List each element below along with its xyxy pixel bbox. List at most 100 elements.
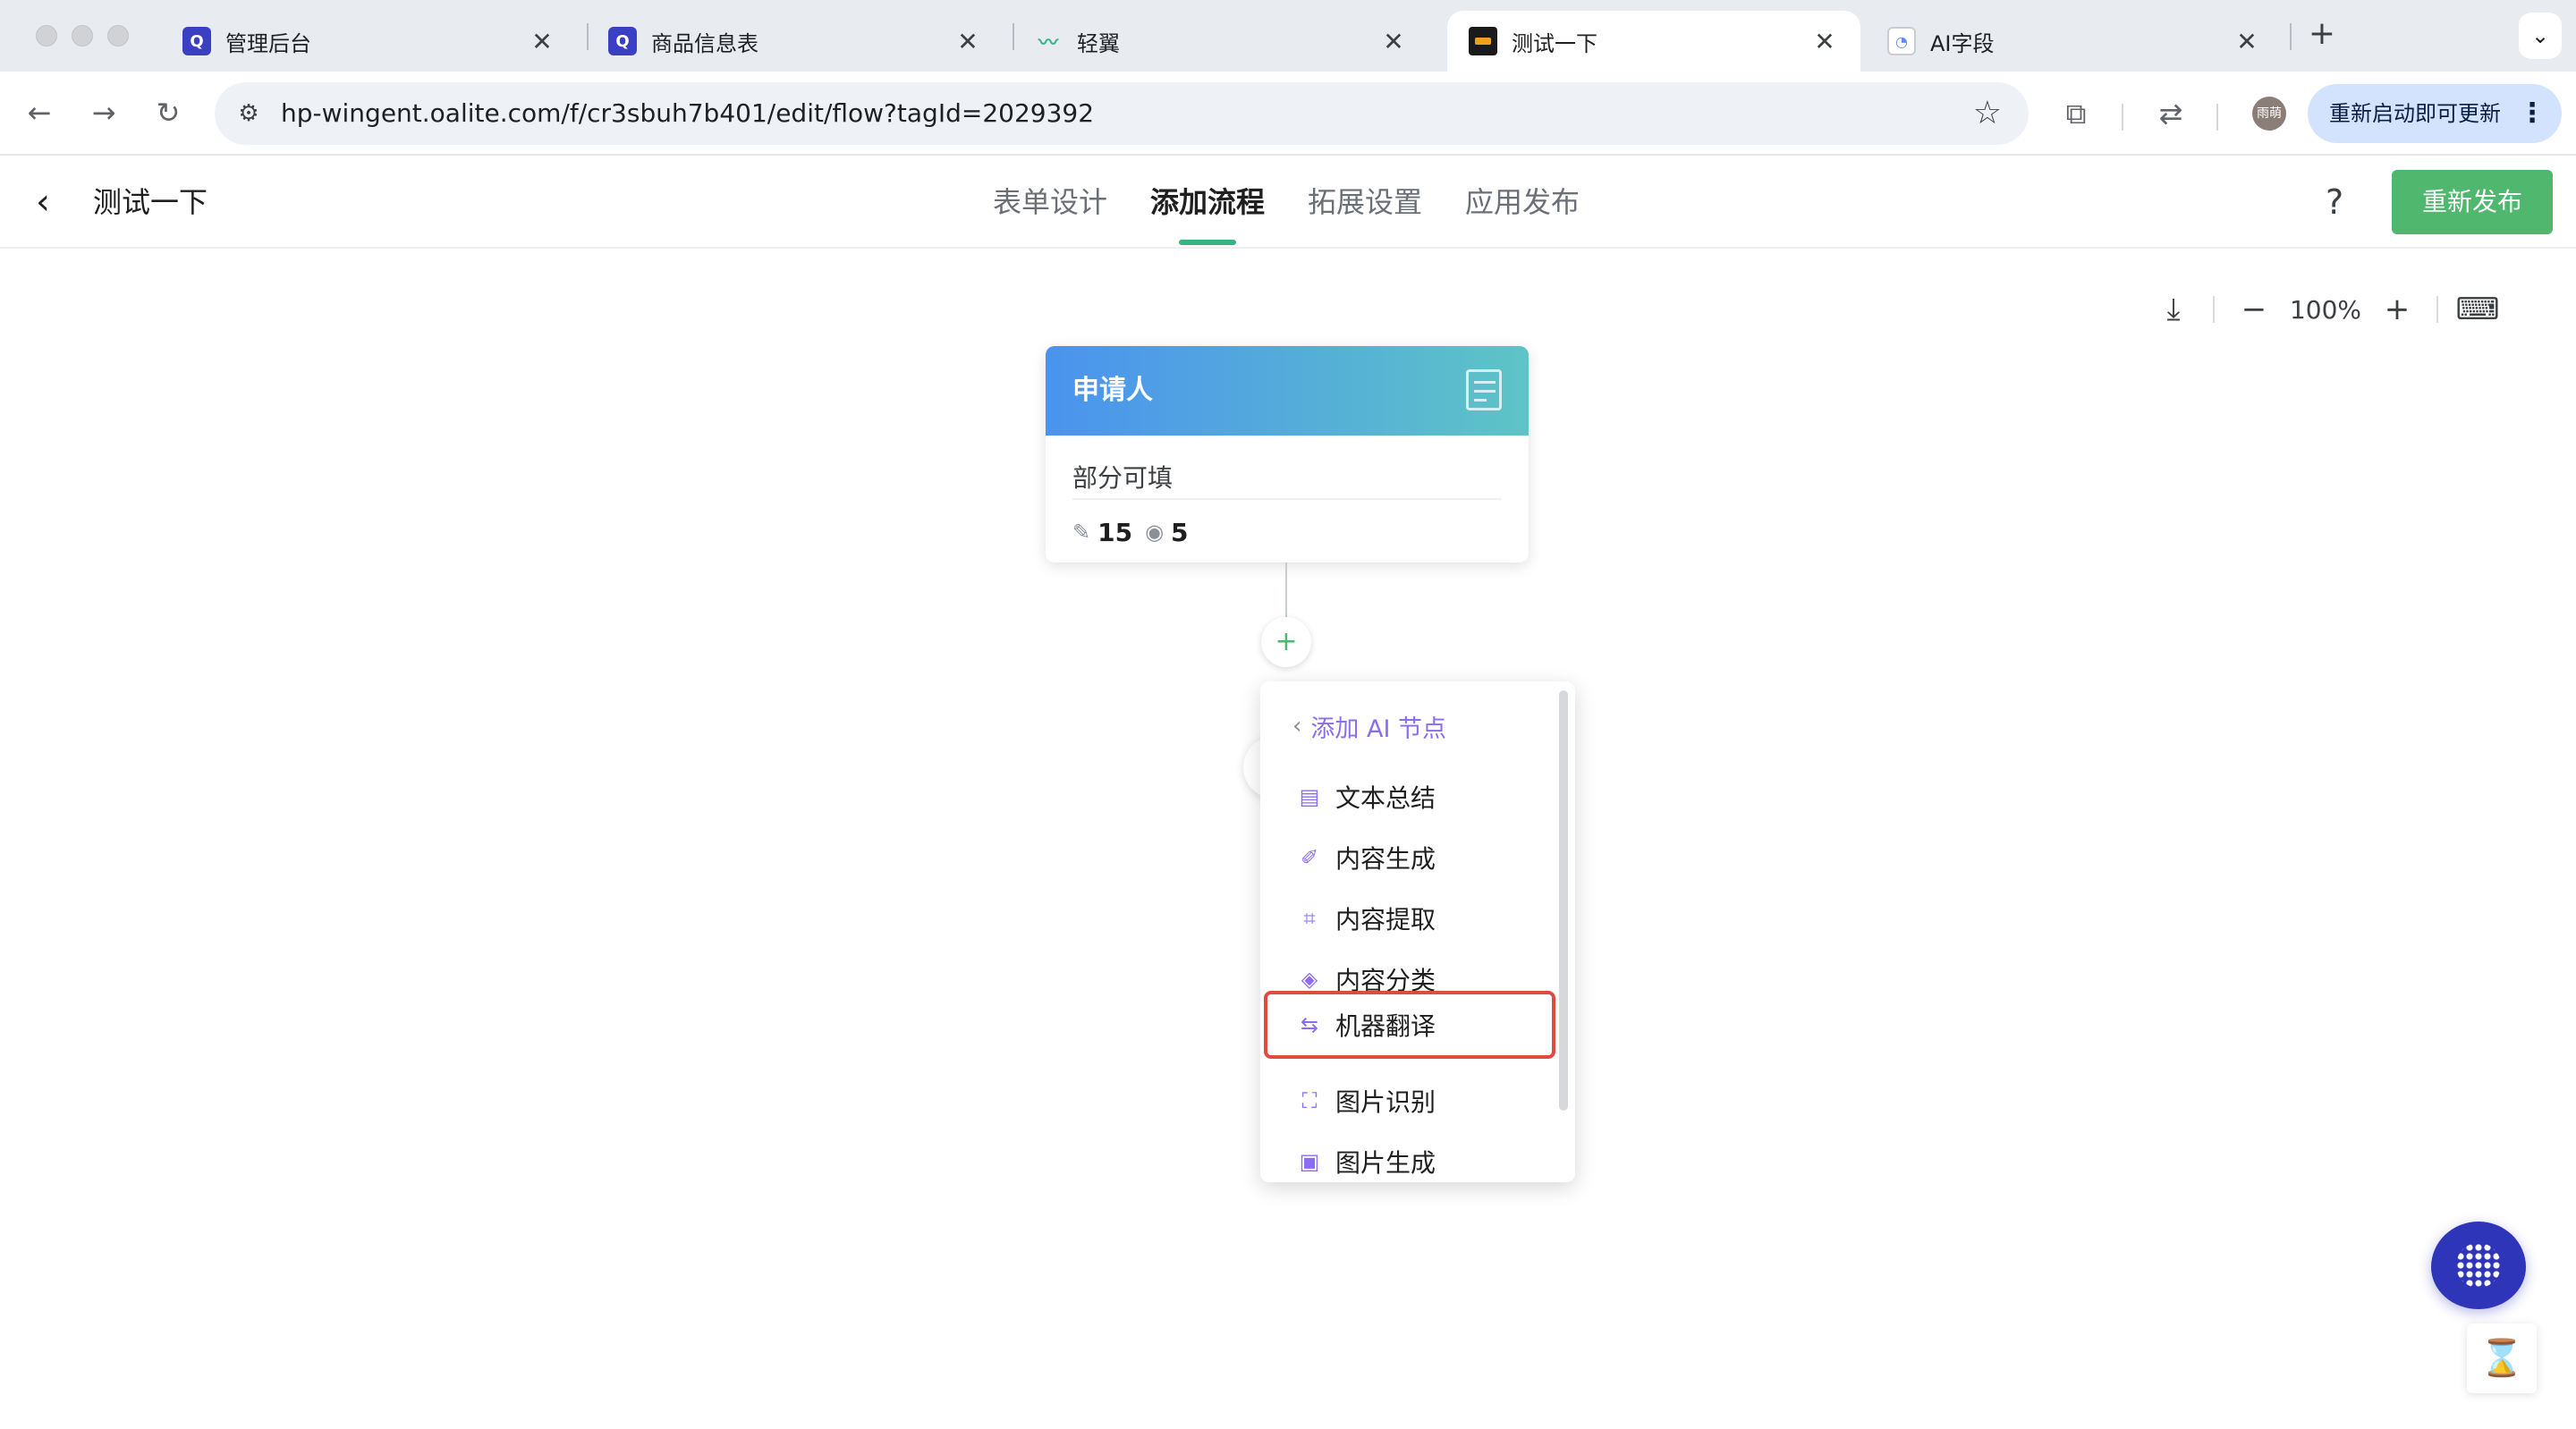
toolbar-separator — [2216, 104, 2218, 131]
content-classify-icon: ◈ — [1301, 967, 1318, 992]
tab-search-chevron-icon[interactable]: ⌄ — [2519, 13, 2562, 59]
app-header: ‹ 测试一下 表单设计 添加流程 拓展设置 应用发布 ? 重新发布 — [0, 156, 2576, 249]
machine-translate-icon: ⇆ — [1300, 1012, 1319, 1037]
download-icon[interactable]: ⤓ — [2147, 284, 2200, 334]
node-title: 申请人 — [1072, 375, 1153, 406]
url-text[interactable]: hp-wingent.oalite.com/f/cr3sbuh7b401/edi… — [281, 82, 1094, 145]
menu-item-label: 图片生成 — [1335, 1148, 1436, 1178]
address-bar[interactable]: ⚙ hp-wingent.oalite.com/f/cr3sbuh7b401/e… — [215, 82, 2029, 145]
zoom-toolbar: ⤓ − 100% + ⌨ — [2147, 284, 2504, 334]
browser-tab[interactable]: ◔ AI字段 ✕ — [1866, 11, 2283, 72]
menu-item-label: 内容生成 — [1335, 844, 1436, 874]
content-generate-icon: ✐ — [1300, 845, 1319, 870]
zoom-level: 100% — [2289, 294, 2362, 325]
eye-icon: ◉ — [1145, 520, 1165, 545]
new-tab-button[interactable]: + — [2304, 16, 2340, 52]
bookmark-star-icon[interactable]: ☆ — [1973, 91, 2002, 136]
extensions-puzzle-icon[interactable]: ⧉ — [2054, 91, 2098, 136]
view-count: 5 — [1171, 517, 1189, 547]
browser-tab[interactable]: 〰 轻翼 ✕ — [1013, 11, 1429, 72]
tab-title: 管理后台 — [225, 30, 311, 56]
doc-logo-icon: ◔ — [1887, 27, 1916, 55]
ai-dots-icon — [2456, 1243, 2501, 1288]
active-tab-indicator — [1179, 240, 1236, 245]
window-minimize-dot[interactable] — [72, 25, 93, 47]
node-divider — [1072, 498, 1502, 500]
tab-title: 测试一下 — [1512, 30, 1597, 56]
keyboard-icon[interactable]: ⌨ — [2451, 284, 2504, 334]
pencil-icon: ✎ — [1072, 520, 1091, 545]
close-icon[interactable]: ✕ — [1810, 27, 1839, 56]
close-icon[interactable]: ✕ — [2233, 27, 2261, 56]
site-settings-icon[interactable]: ⚙ — [231, 96, 267, 131]
hourglass-icon[interactable]: ⌛ — [2467, 1323, 2537, 1393]
tab-app-publish[interactable]: 应用发布 — [1465, 182, 1580, 222]
page-title: 测试一下 — [93, 185, 208, 219]
browser-tab[interactable]: Q 商品信息表 ✕ — [587, 11, 1004, 72]
close-icon[interactable]: ✕ — [953, 27, 982, 56]
window-close-dot[interactable] — [36, 25, 57, 47]
toolbar-separator — [2122, 104, 2123, 131]
forward-arrow-icon[interactable]: → — [82, 91, 125, 134]
menu-scrollbar[interactable] — [1559, 690, 1568, 1111]
menu-item-machine-translate[interactable]: ⇆ 机器翻译 — [1264, 991, 1555, 1059]
menu-title: 添加 AI 节点 — [1310, 714, 1447, 743]
update-button-label: 重新启动即可更新 — [2329, 101, 2501, 126]
back-arrow-icon[interactable]: ← — [18, 91, 61, 134]
more-vert-icon[interactable]: ⋮ — [2519, 84, 2546, 143]
menu-item-content-extract[interactable]: ⌗ 内容提取 — [1264, 889, 1555, 948]
node-permission: 部分可填 — [1072, 463, 1174, 493]
chevron-left-icon: ‹ — [1292, 713, 1302, 740]
browser-tab-active[interactable]: 测试一下 ✕ — [1447, 11, 1860, 72]
ai-assistant-button[interactable] — [2431, 1222, 2526, 1309]
menu-item-label: 内容提取 — [1335, 905, 1436, 934]
close-icon[interactable]: ✕ — [528, 27, 556, 56]
help-icon[interactable]: ? — [2326, 181, 2343, 224]
menu-item-label: 图片识别 — [1335, 1087, 1436, 1117]
add-ai-node-menu: ‹ 添加 AI 节点 ▤ 文本总结 ✐ 内容生成 ⌗ 内容提取 ◈ 内容分类 ⇆… — [1260, 681, 1575, 1182]
profile-avatar[interactable]: 雨萌 — [2252, 97, 2286, 131]
reload-icon[interactable]: ↻ — [147, 91, 190, 134]
tab-extension-settings[interactable]: 拓展设置 — [1308, 182, 1422, 222]
zoom-in-icon[interactable]: + — [2370, 284, 2424, 334]
zoom-separator — [2436, 296, 2438, 323]
menu-item-label: 机器翻译 — [1335, 1011, 1436, 1041]
tab-title: 商品信息表 — [651, 30, 758, 56]
app-logo-icon — [1469, 27, 1497, 55]
menu-item-image-recognize[interactable]: ⛶ 图片识别 — [1264, 1071, 1555, 1130]
q-logo-icon: Q — [608, 27, 637, 55]
tab-separator — [2290, 23, 2292, 50]
zoom-separator — [2213, 296, 2215, 323]
tab-add-flow[interactable]: 添加流程 — [1150, 182, 1265, 222]
image-recognize-icon: ⛶ — [1301, 1088, 1318, 1113]
window-maximize-dot[interactable] — [107, 25, 129, 47]
applicant-node[interactable]: 申请人 部分可填 ✎ 15 ◉ 5 — [1046, 346, 1529, 562]
tab-title: 轻翼 — [1077, 30, 1120, 56]
flow-canvas[interactable]: ⤓ − 100% + ⌨ 申请人 部分可填 ✎ 15 ◉ 5 + ‹ 添加 AI… — [0, 249, 2576, 1429]
tab-form-design[interactable]: 表单设计 — [993, 182, 1107, 222]
browser-tab-bar: Q 管理后台 ✕ Q 商品信息表 ✕ 〰 轻翼 ✕ 测试一下 ✕ ◔ AI字段 … — [0, 0, 2576, 72]
wing-logo-icon: 〰 — [1038, 32, 1058, 55]
translate-icon[interactable]: ⇄ — [2148, 91, 2193, 136]
text-summary-icon: ▤ — [1299, 784, 1320, 809]
image-generate-icon: ▣ — [1299, 1149, 1320, 1174]
update-button[interactable]: 重新启动即可更新 ⋮ — [2308, 84, 2562, 143]
browser-tab[interactable]: Q 管理后台 ✕ — [161, 11, 578, 72]
form-edit-icon — [1466, 369, 1502, 410]
browser-toolbar: ← → ↻ ⚙ hp-wingent.oalite.com/f/cr3sbuh7… — [0, 72, 2576, 156]
close-icon[interactable]: ✕ — [1379, 27, 1408, 56]
menu-item-image-generate[interactable]: ▣ 图片生成 — [1264, 1132, 1555, 1182]
menu-item-text-summary[interactable]: ▤ 文本总结 — [1264, 767, 1555, 826]
menu-item-content-generate[interactable]: ✐ 内容生成 — [1264, 828, 1555, 887]
q-logo-icon: Q — [182, 27, 211, 55]
republish-button[interactable]: 重新发布 — [2392, 170, 2553, 234]
add-node-button[interactable]: + — [1261, 617, 1311, 667]
node-header: 申请人 — [1046, 346, 1529, 435]
edit-count: 15 — [1097, 517, 1133, 547]
node-stats: ✎ 15 ◉ 5 — [1072, 512, 1201, 552]
content-extract-icon: ⌗ — [1303, 906, 1316, 931]
zoom-out-icon[interactable]: − — [2227, 284, 2281, 334]
tab-title: AI字段 — [1930, 30, 1995, 56]
chevron-left-icon[interactable]: ‹ — [36, 182, 72, 222]
menu-back-button[interactable]: ‹ 添加 AI 节点 — [1292, 706, 1446, 746]
